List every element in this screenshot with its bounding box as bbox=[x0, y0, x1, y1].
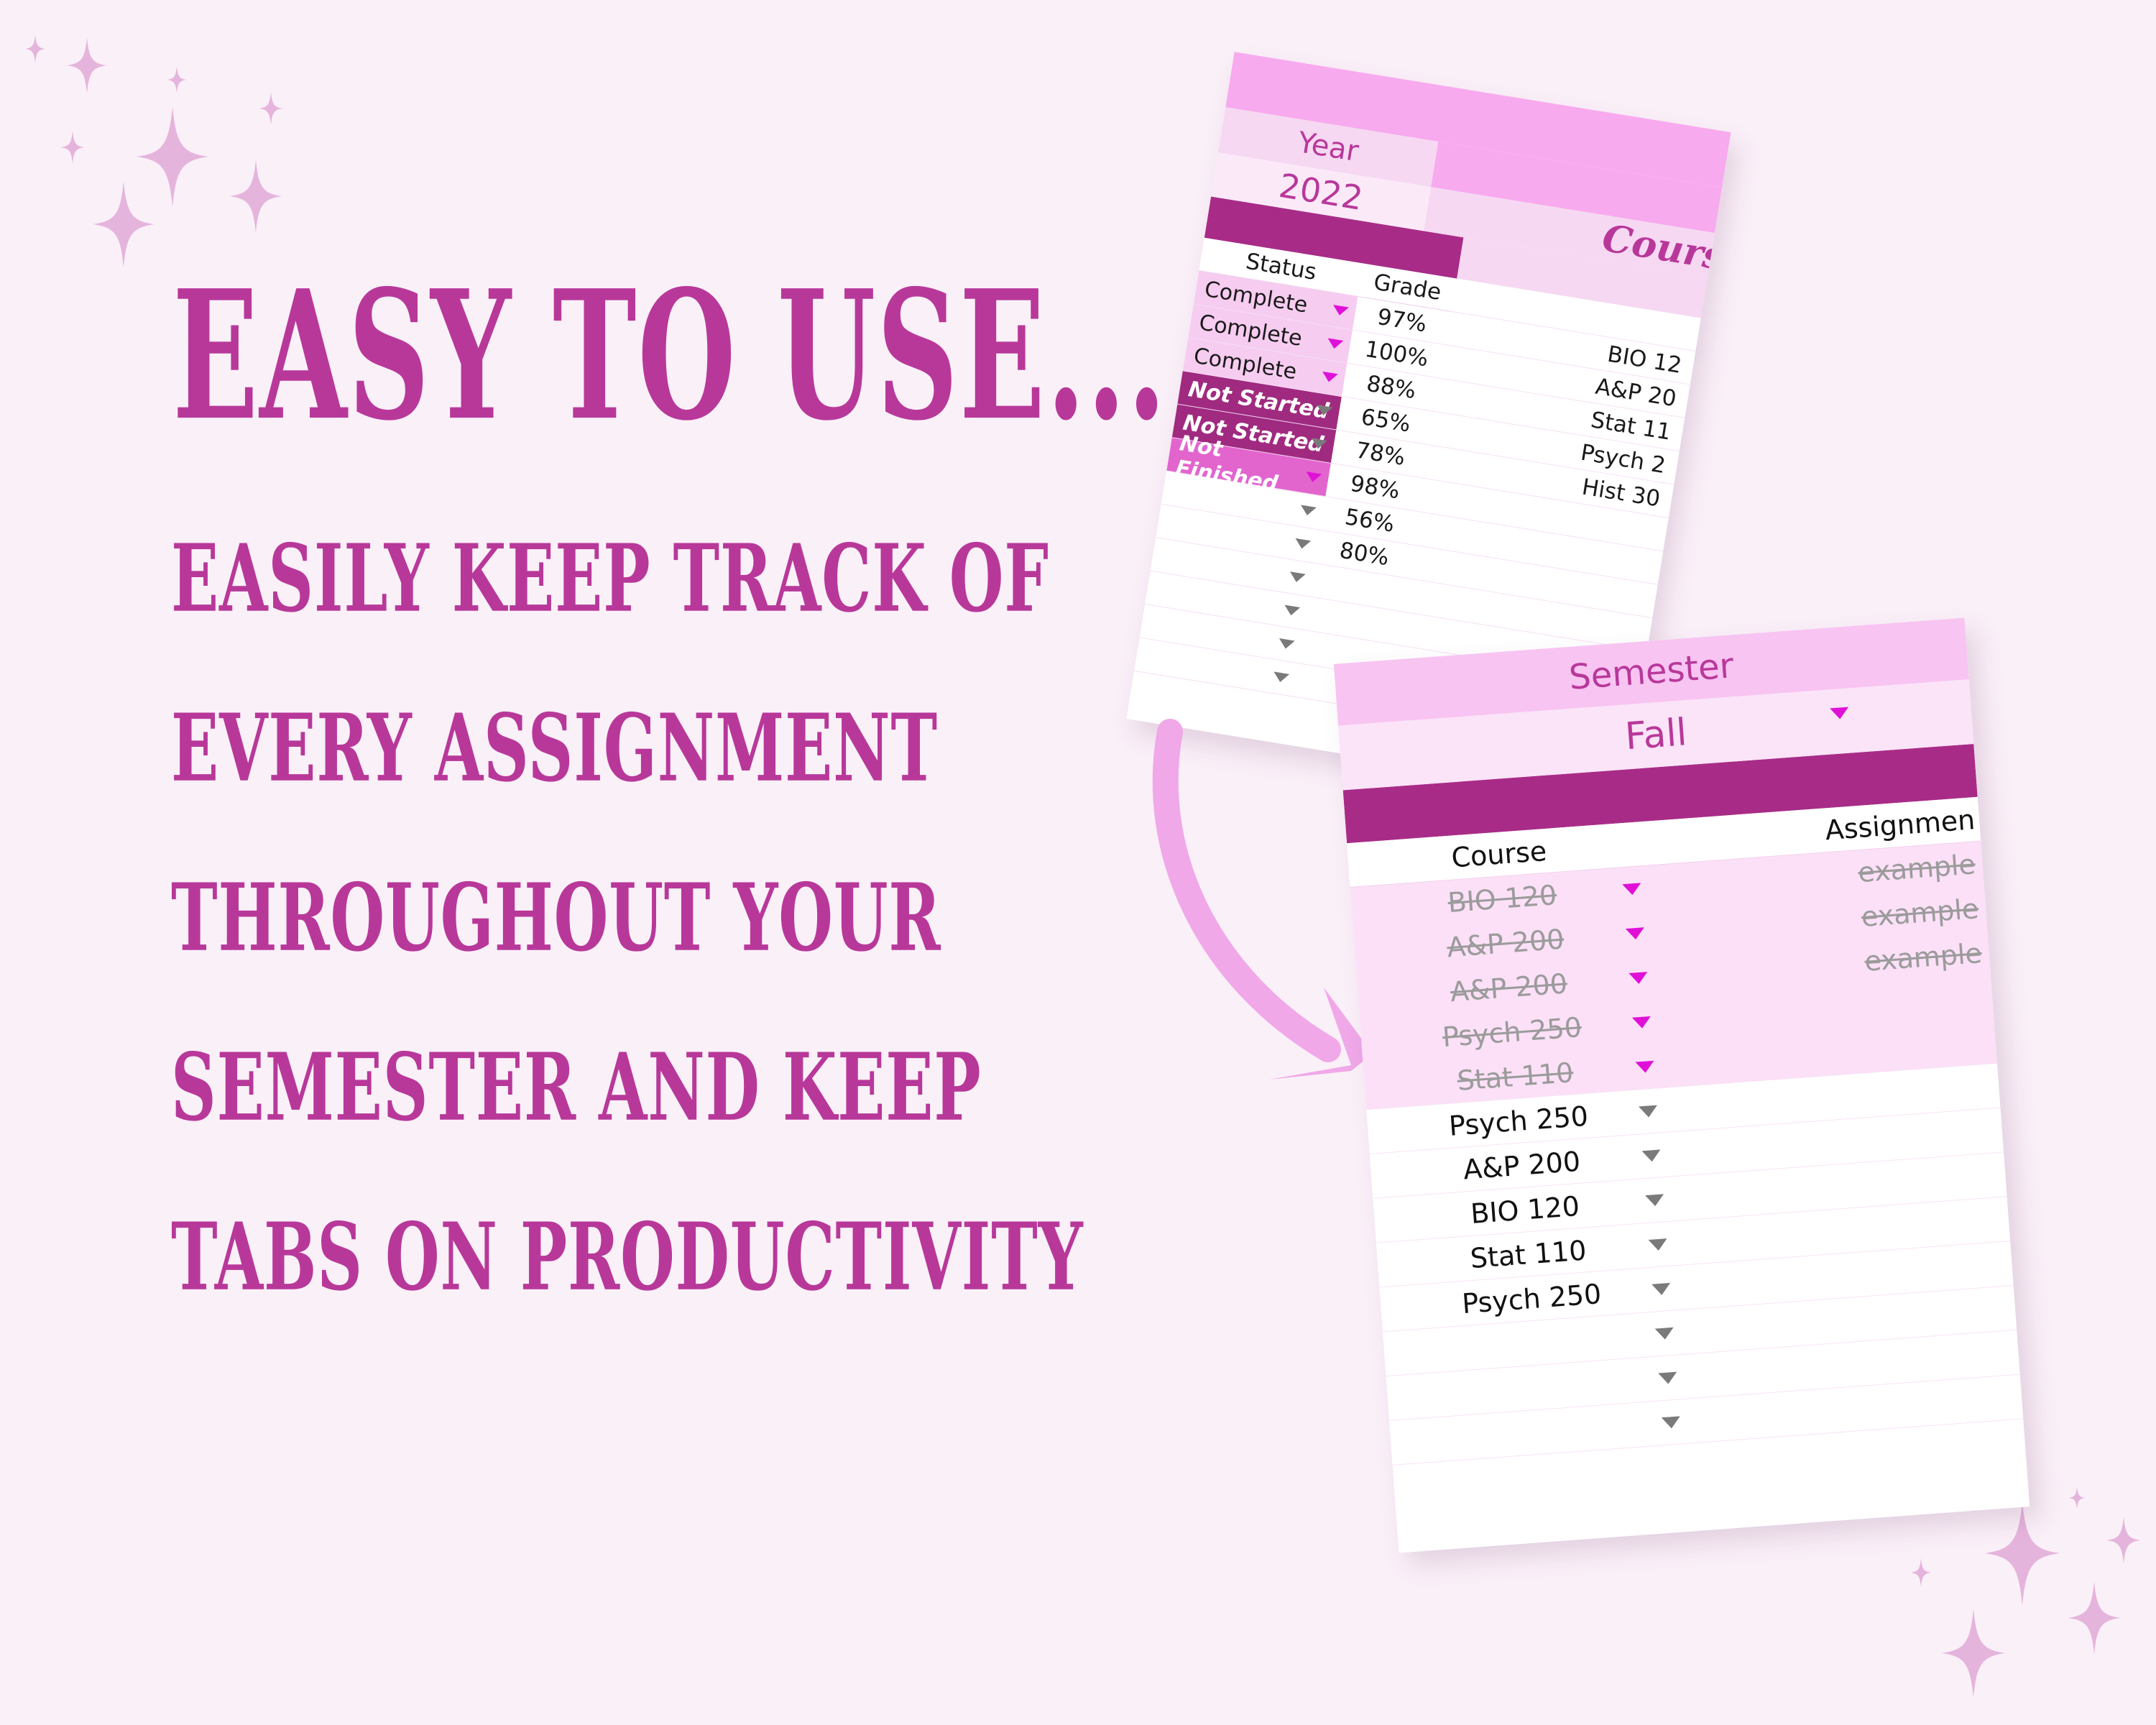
chevron-down-icon[interactable] bbox=[1651, 1282, 1672, 1296]
chevron-down-icon[interactable] bbox=[1661, 1415, 1681, 1429]
chevron-down-icon[interactable] bbox=[1654, 1327, 1674, 1340]
chevron-down-icon[interactable] bbox=[1635, 1060, 1655, 1074]
chevron-down-icon[interactable] bbox=[1622, 882, 1642, 896]
sparkle-icon bbox=[1910, 1558, 1932, 1587]
sparkle-icon bbox=[2067, 1581, 2122, 1655]
body-line: TABS ON PRODUCTIVITY bbox=[171, 1201, 1084, 1312]
body-line: EASILY KEEP TRACK OF bbox=[171, 523, 1049, 633]
body-line: EVERY ASSIGNMENT bbox=[171, 692, 938, 803]
chevron-down-icon[interactable] bbox=[1641, 1149, 1662, 1162]
chevron-down-icon[interactable] bbox=[1299, 505, 1317, 517]
marketing-body: EASILY KEEP TRACK OF EVERY ASSIGNMENT TH… bbox=[171, 523, 1084, 1380]
body-line: THROUGHOUT YOUR bbox=[171, 862, 941, 972]
chevron-down-icon[interactable] bbox=[1283, 604, 1301, 617]
chevron-down-icon[interactable] bbox=[1332, 305, 1349, 317]
semester-table: Course BIO 120 A&P 200 A&P 200 Psych 250… bbox=[1347, 796, 2024, 1466]
chevron-down-icon[interactable] bbox=[1277, 638, 1295, 650]
chevron-down-icon[interactable] bbox=[1315, 405, 1333, 417]
chevron-down-icon[interactable] bbox=[1645, 1193, 1665, 1207]
chevron-down-icon[interactable] bbox=[1294, 538, 1312, 551]
chevron-down-icon[interactable] bbox=[1628, 971, 1649, 985]
chevron-down-icon[interactable] bbox=[1638, 1105, 1659, 1118]
assignment-column: Assignmen example example example bbox=[1647, 796, 2024, 1444]
chevron-down-icon[interactable] bbox=[1272, 671, 1290, 684]
spreadsheet-card-semester[interactable]: Semester Fall Course BIO 120 A&P 200 A&P… bbox=[1333, 617, 2030, 1553]
body-line: SEMESTER AND KEEP bbox=[171, 1031, 982, 1142]
chevron-down-icon[interactable] bbox=[1625, 926, 1645, 940]
chevron-down-icon[interactable] bbox=[1631, 1016, 1651, 1029]
chevron-down-icon[interactable] bbox=[1326, 338, 1344, 350]
chevron-down-icon[interactable] bbox=[1648, 1238, 1668, 1251]
chevron-down-icon[interactable] bbox=[1830, 707, 1850, 720]
semester-field-value[interactable]: Fall bbox=[1623, 711, 1688, 758]
chevron-down-icon[interactable] bbox=[1304, 472, 1322, 484]
sparkle-icon bbox=[1984, 1501, 2061, 1606]
sparkle-icon bbox=[1940, 1609, 2007, 1698]
marketing-copy: EASY TO USE... EASILY KEEP TRACK OF EVER… bbox=[0, 0, 1166, 1725]
chevron-down-icon[interactable] bbox=[1321, 371, 1338, 384]
chevron-down-icon[interactable] bbox=[1309, 438, 1327, 451]
page-title: EASY TO USE... bbox=[172, 252, 1168, 461]
semester-field-label: Semester bbox=[1567, 645, 1736, 698]
sparkle-icon bbox=[2106, 1517, 2142, 1564]
chevron-down-icon[interactable] bbox=[1288, 571, 1306, 584]
sparkle-icon bbox=[2068, 1486, 2086, 1509]
year-field-label: Year bbox=[1295, 126, 1361, 169]
course-column: Course BIO 120 A&P 200 A&P 200 Psych 250… bbox=[1347, 821, 1694, 1466]
chevron-down-icon[interactable] bbox=[1658, 1371, 1678, 1384]
